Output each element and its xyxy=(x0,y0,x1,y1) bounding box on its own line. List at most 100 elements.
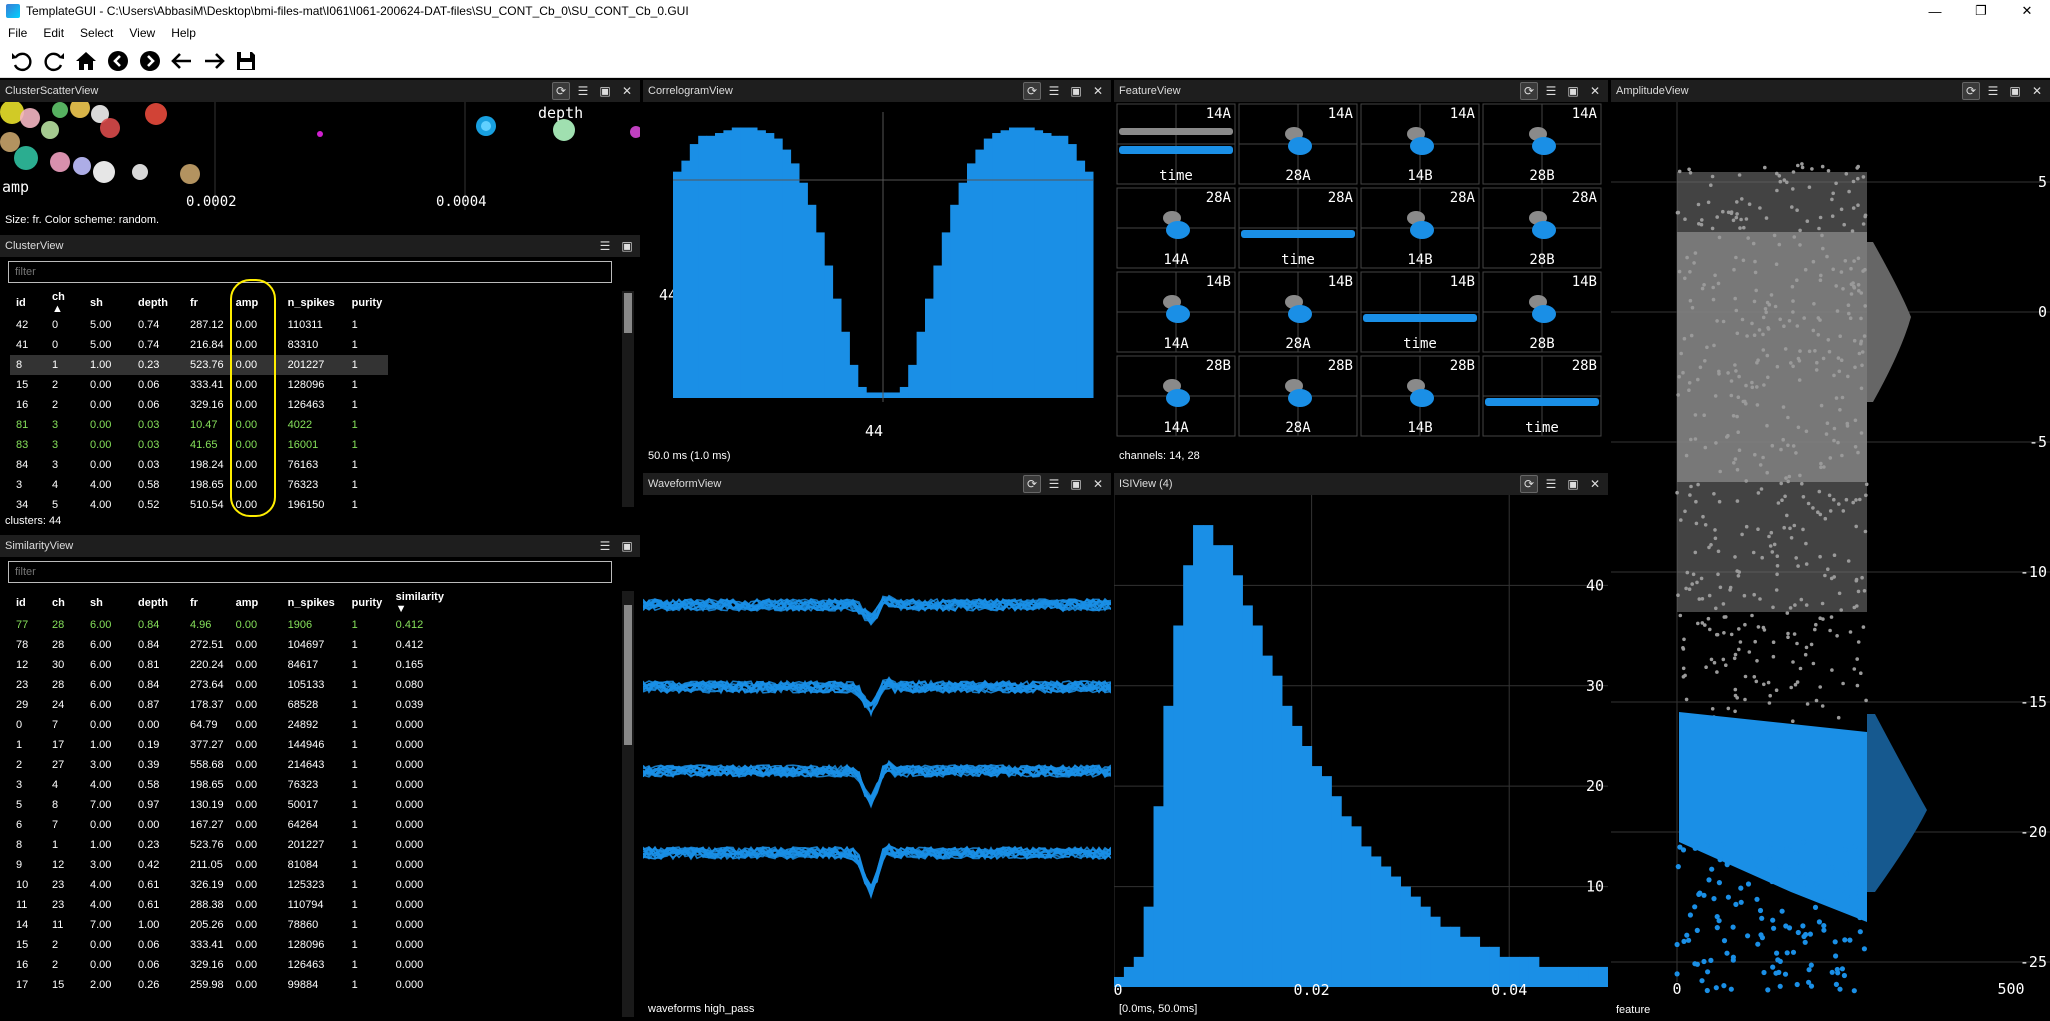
menu-icon[interactable]: ☰ xyxy=(574,82,592,100)
save-icon[interactable] xyxy=(232,47,260,75)
menu-icon[interactable]: ☰ xyxy=(1542,82,1560,100)
camera-icon[interactable]: ▣ xyxy=(596,82,614,100)
similarity-table-row[interactable]: 8 1 1.00 0.23 523.76 0.00 201227 1 0.000 xyxy=(10,835,460,855)
cluster-table-column-header[interactable]: id xyxy=(10,291,46,315)
circle-right-icon[interactable] xyxy=(136,47,164,75)
refresh-icon[interactable]: ⟳ xyxy=(1023,475,1041,493)
similarity-table-row[interactable]: 16 2 0.00 0.06 329.16 0.00 126463 1 0.000 xyxy=(10,955,460,975)
menu-icon[interactable]: ☰ xyxy=(596,237,614,255)
home-icon[interactable] xyxy=(72,47,100,75)
camera-icon[interactable]: ▣ xyxy=(2006,82,2024,100)
refresh-icon[interactable]: ⟳ xyxy=(1520,82,1538,100)
similarity-table-row[interactable]: 17 15 2.00 0.26 259.98 0.00 99884 1 0.000 xyxy=(10,975,460,995)
similarity-table-row[interactable]: 11 23 4.00 0.61 288.38 0.00 110794 1 0.000 xyxy=(10,895,460,915)
cluster-table-column-header[interactable]: ch ▲ xyxy=(46,291,84,315)
refresh-icon[interactable]: ⟳ xyxy=(1962,82,1980,100)
waveform-plot[interactable] xyxy=(643,495,1111,999)
cluster-table-cell: 1 xyxy=(351,379,358,391)
menu-select[interactable]: Select xyxy=(72,26,121,40)
menu-icon[interactable]: ☰ xyxy=(1984,82,2002,100)
cluster-table-column-header[interactable]: depth xyxy=(132,291,184,315)
refresh-icon[interactable]: ⟳ xyxy=(1520,475,1538,493)
cluster-table-row[interactable]: 8 1 1.00 0.23 523.76 0.00 201227 1 xyxy=(10,355,389,375)
similarity-scrollbar[interactable] xyxy=(622,591,634,1017)
similarity-table-row[interactable]: 77 28 6.00 0.84 4.96 0.00 1906 1 0.412 xyxy=(10,615,460,635)
cluster-table-column-header[interactable]: fr xyxy=(184,291,230,315)
undo-icon[interactable] xyxy=(8,47,36,75)
close-icon[interactable]: ✕ xyxy=(618,82,636,100)
refresh-icon[interactable]: ⟳ xyxy=(1023,82,1041,100)
similarity-table-column-header[interactable]: n_spikes xyxy=(282,591,346,615)
feature-grid[interactable]: 14A time 14A 28A 14A 14B 14A 28B 28A 14A 28A time 28… xyxy=(1114,102,1608,446)
menu-icon[interactable]: ☰ xyxy=(1542,475,1560,493)
arrow-left-icon[interactable] xyxy=(168,47,196,75)
cluster-scatter-plot[interactable]: depth amp 0.0002 0.0004 xyxy=(0,102,640,210)
circle-left-icon[interactable] xyxy=(104,47,132,75)
similarity-filter-input[interactable] xyxy=(8,561,612,583)
arrow-right-icon[interactable] xyxy=(200,47,228,75)
minimize-icon[interactable]: — xyxy=(1912,0,1958,22)
similarity-table-column-header[interactable]: depth xyxy=(132,591,184,615)
cluster-table-row[interactable]: 42 0 5.00 0.74 287.12 0.00 110311 1 xyxy=(10,315,388,335)
similarity-table-column-header[interactable]: amp xyxy=(230,591,282,615)
menu-icon[interactable]: ☰ xyxy=(596,537,614,555)
similarity-table-column-header[interactable]: ch xyxy=(46,591,84,615)
camera-icon[interactable]: ▣ xyxy=(618,537,636,555)
close-icon[interactable]: ✕ xyxy=(1089,82,1107,100)
similarity-table-row[interactable]: 29 24 6.00 0.87 178.37 0.00 68528 1 0.039 xyxy=(10,695,460,715)
similarity-table-row[interactable]: 6 7 0.00 0.00 167.27 0.00 64264 1 0.000 xyxy=(10,815,460,835)
cluster-table-row[interactable]: 34 5 4.00 0.52 510.54 0.00 196150 1 xyxy=(10,495,388,515)
cluster-table-column-header[interactable]: purity xyxy=(346,291,389,315)
similarity-table-row[interactable]: 1 17 1.00 0.19 377.27 0.00 144946 1 0.000 xyxy=(10,735,460,755)
cluster-table-column-header[interactable]: sh xyxy=(84,291,132,315)
similarity-table-row[interactable]: 0 7 0.00 0.00 64.79 0.00 24892 1 0.000 xyxy=(10,715,460,735)
cluster-table-row[interactable]: 81 3 0.00 0.03 10.47 0.00 4022 1 xyxy=(10,415,388,435)
close-icon[interactable]: ✕ xyxy=(2004,0,2050,22)
amplitude-plot[interactable]: 5 0 -5 -10 -15 -20 -25 0 500 xyxy=(1611,102,2050,1000)
camera-icon[interactable]: ▣ xyxy=(618,237,636,255)
close-icon[interactable]: ✕ xyxy=(1586,82,1604,100)
camera-icon[interactable]: ▣ xyxy=(1067,82,1085,100)
similarity-table-row[interactable]: 12 30 6.00 0.81 220.24 0.00 84617 1 0.165 xyxy=(10,655,460,675)
similarity-table-row[interactable]: 15 2 0.00 0.06 333.41 0.00 128096 1 0.000 xyxy=(10,935,460,955)
restore-icon[interactable]: ❐ xyxy=(1958,0,2004,22)
similarity-table-row[interactable]: 5 8 7.00 0.97 130.19 0.00 50017 1 0.000 xyxy=(10,795,460,815)
camera-icon[interactable]: ▣ xyxy=(1564,475,1582,493)
menu-edit[interactable]: Edit xyxy=(35,26,72,40)
similarity-table-row[interactable]: 9 12 3.00 0.42 211.05 0.00 81084 1 0.000 xyxy=(10,855,460,875)
correlogram-plot[interactable]: 44 44 xyxy=(643,102,1111,442)
cluster-table-row[interactable]: 3 4 4.00 0.58 198.65 0.00 76323 1 xyxy=(10,475,388,495)
similarity-table-row[interactable]: 3 4 4.00 0.58 198.65 0.00 76323 1 0.000 xyxy=(10,775,460,795)
cluster-table-row[interactable]: 84 3 0.00 0.03 198.24 0.00 76163 1 xyxy=(10,455,388,475)
similarity-table-column-header[interactable]: sh xyxy=(84,591,132,615)
menu-file[interactable]: File xyxy=(0,26,35,40)
cluster-table-row[interactable]: 83 3 0.00 0.03 41.65 0.00 16001 1 xyxy=(10,435,388,455)
similarity-table-row[interactable]: 14 11 7.00 1.00 205.26 0.00 78860 1 0.000 xyxy=(10,915,460,935)
cluster-table-column-header[interactable]: n_spikes xyxy=(282,291,346,315)
refresh-icon[interactable]: ⟳ xyxy=(552,82,570,100)
cluster-scrollbar[interactable] xyxy=(622,291,634,507)
menu-icon[interactable]: ☰ xyxy=(1045,82,1063,100)
similarity-table-column-header[interactable]: fr xyxy=(184,591,230,615)
similarity-table-column-header[interactable]: purity xyxy=(346,591,390,615)
similarity-table-row[interactable]: 10 23 4.00 0.61 326.19 0.00 125323 1 0.000 xyxy=(10,875,460,895)
similarity-table-row[interactable]: 78 28 6.00 0.84 272.51 0.00 104697 1 0.412 xyxy=(10,635,460,655)
camera-icon[interactable]: ▣ xyxy=(1564,82,1582,100)
cluster-table-row[interactable]: 15 2 0.00 0.06 333.41 0.00 128096 1 xyxy=(10,375,388,395)
menu-icon[interactable]: ☰ xyxy=(1045,475,1063,493)
cluster-table-row[interactable]: 41 0 5.00 0.74 216.84 0.00 83310 1 xyxy=(10,335,388,355)
redo-icon[interactable] xyxy=(40,47,68,75)
similarity-table-column-header[interactable]: id xyxy=(10,591,46,615)
similarity-table-row[interactable]: 2 27 3.00 0.39 558.68 0.00 214643 1 0.000 xyxy=(10,755,460,775)
menu-help[interactable]: Help xyxy=(163,26,204,40)
close-icon[interactable]: ✕ xyxy=(1586,475,1604,493)
close-icon[interactable]: ✕ xyxy=(2028,82,2046,100)
camera-icon[interactable]: ▣ xyxy=(1067,475,1085,493)
cluster-filter-input[interactable] xyxy=(8,261,612,283)
close-icon[interactable]: ✕ xyxy=(1089,475,1107,493)
similarity-table-column-header[interactable]: similarity ▼ xyxy=(390,591,460,615)
similarity-table-row[interactable]: 23 28 6.00 0.84 273.64 0.00 105133 1 0.080 xyxy=(10,675,460,695)
menu-view[interactable]: View xyxy=(121,26,163,40)
isi-plot[interactable]: 40 30 20 10 0 0.02 0.04 xyxy=(1114,495,1608,999)
cluster-table-row[interactable]: 16 2 0.00 0.06 329.16 0.00 126463 1 xyxy=(10,395,388,415)
